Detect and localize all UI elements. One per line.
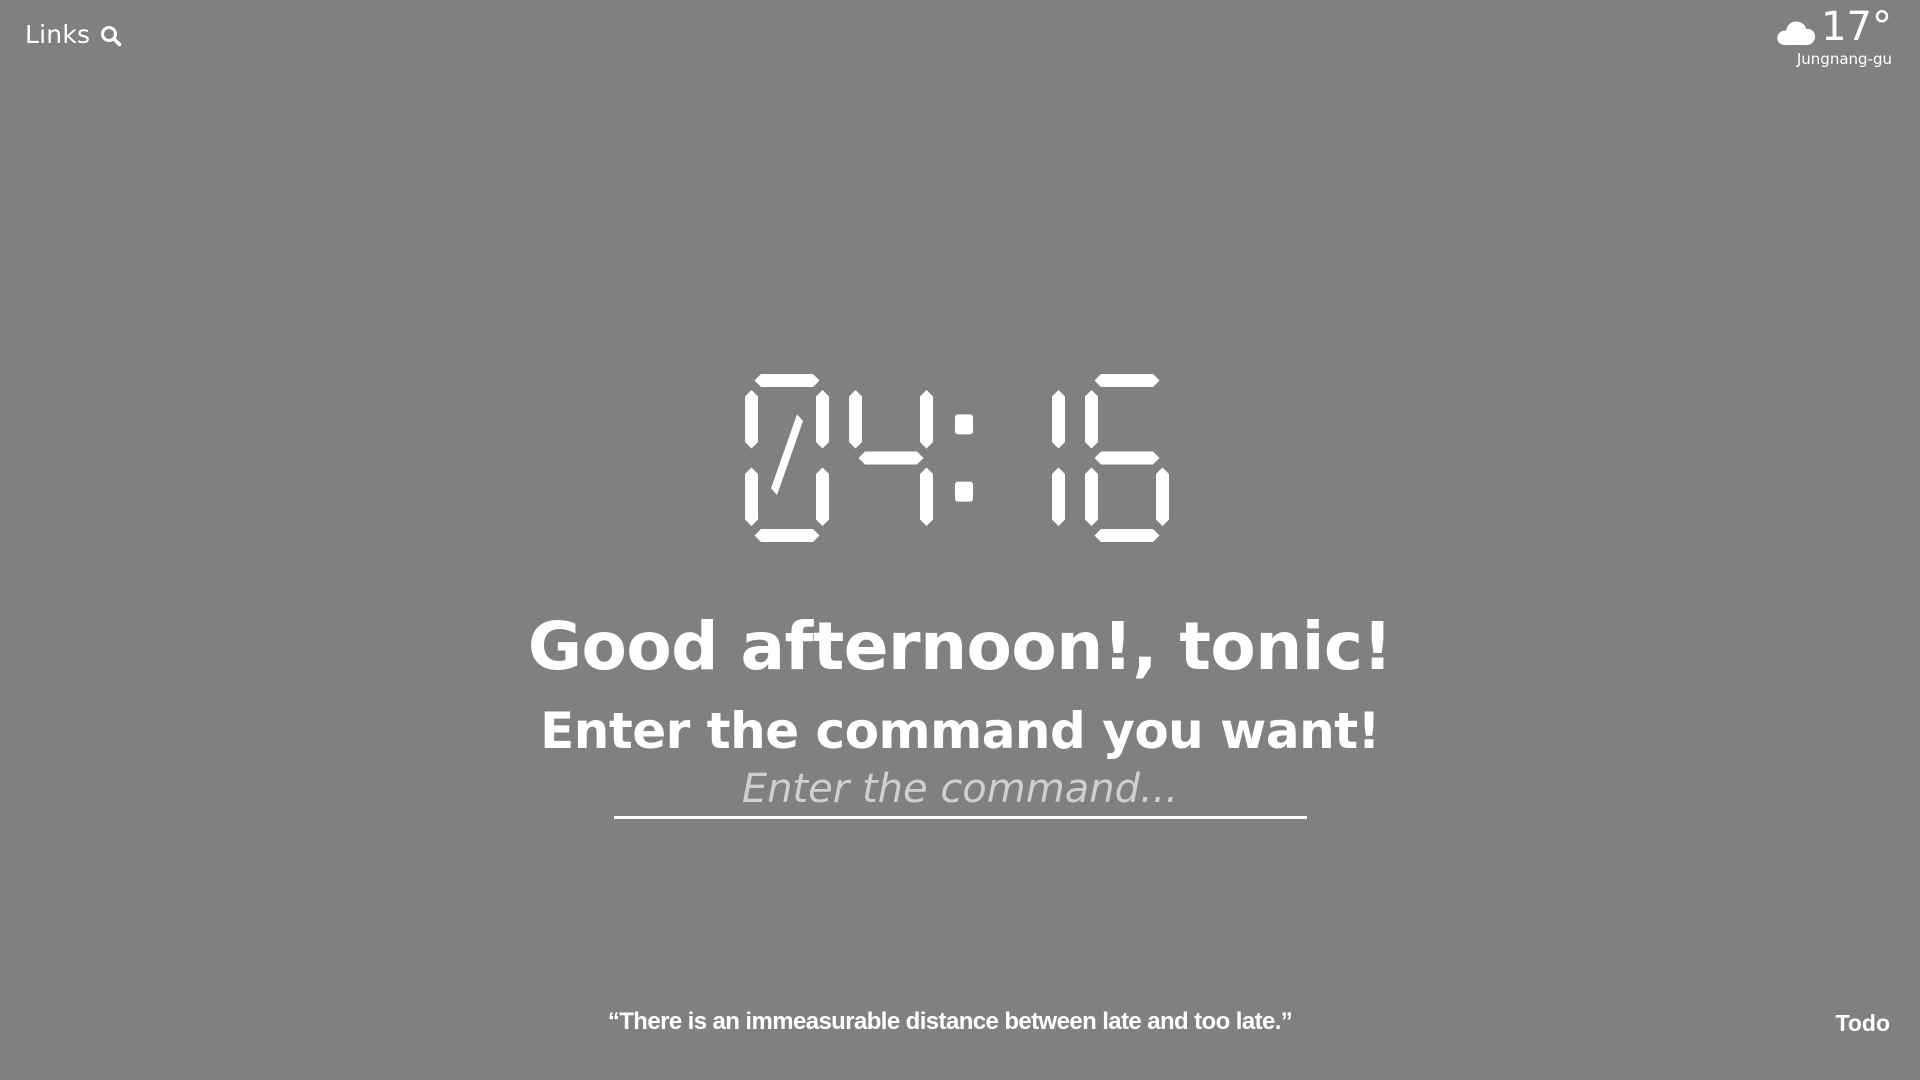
todo-button[interactable]: Todo [1836, 1010, 1891, 1037]
weather-location: Jungnang-gu [1796, 50, 1892, 68]
center-panel: Good afternoon!, tonic! Enter the comman… [0, 374, 1920, 819]
segment-upper-left [849, 390, 862, 449]
command-input-wrapper [613, 764, 1307, 819]
segment-lower-right [1156, 467, 1169, 526]
segment-upper-left [1085, 390, 1098, 449]
segment-lower-right [1052, 467, 1065, 526]
command-input[interactable] [613, 764, 1307, 816]
segment-bottom [1094, 529, 1160, 542]
segment-top [754, 374, 820, 387]
cloud-icon [1775, 17, 1817, 47]
segment-bottom [754, 529, 820, 542]
command-prompt: Enter the command you want! [540, 702, 1380, 760]
search-icon[interactable] [100, 25, 122, 47]
weather-widget: 17° Jungnang-gu [1775, 6, 1892, 68]
weather-temperature: 17° [1821, 4, 1892, 50]
colon-dot [955, 481, 973, 502]
segment-top [1094, 374, 1160, 387]
clock-digit-0 [745, 374, 829, 542]
clock-digit-2 [1052, 390, 1065, 526]
segment-middle [1094, 451, 1160, 465]
segment-middle [858, 451, 924, 465]
links-label: Links [25, 20, 91, 49]
segment-lower-left [745, 467, 758, 526]
segment-slash [771, 414, 803, 495]
page: Links 17° Jungnang-gu Good afternoon!, t… [0, 0, 1920, 1080]
segment-upper-left [745, 390, 758, 449]
clock-display [745, 374, 1169, 542]
greeting-text: Good afternoon!, tonic! [527, 608, 1393, 685]
clock-colon [955, 414, 973, 502]
segment-lower-left [1085, 467, 1098, 526]
segment-upper-right [1052, 390, 1065, 449]
segment-lower-right [920, 467, 933, 526]
links-button[interactable]: Links [25, 20, 122, 49]
clock-digit-1 [849, 390, 933, 526]
segment-lower-right [816, 467, 829, 526]
quote-text: “There is an immeasurable distance betwe… [607, 1008, 1293, 1035]
digital-clock [745, 374, 1175, 542]
colon-dot [955, 414, 973, 435]
clock-digit-3 [1085, 374, 1169, 542]
segment-upper-right [920, 390, 933, 449]
weather-row: 17° [1775, 6, 1892, 48]
segment-upper-right [816, 390, 829, 449]
